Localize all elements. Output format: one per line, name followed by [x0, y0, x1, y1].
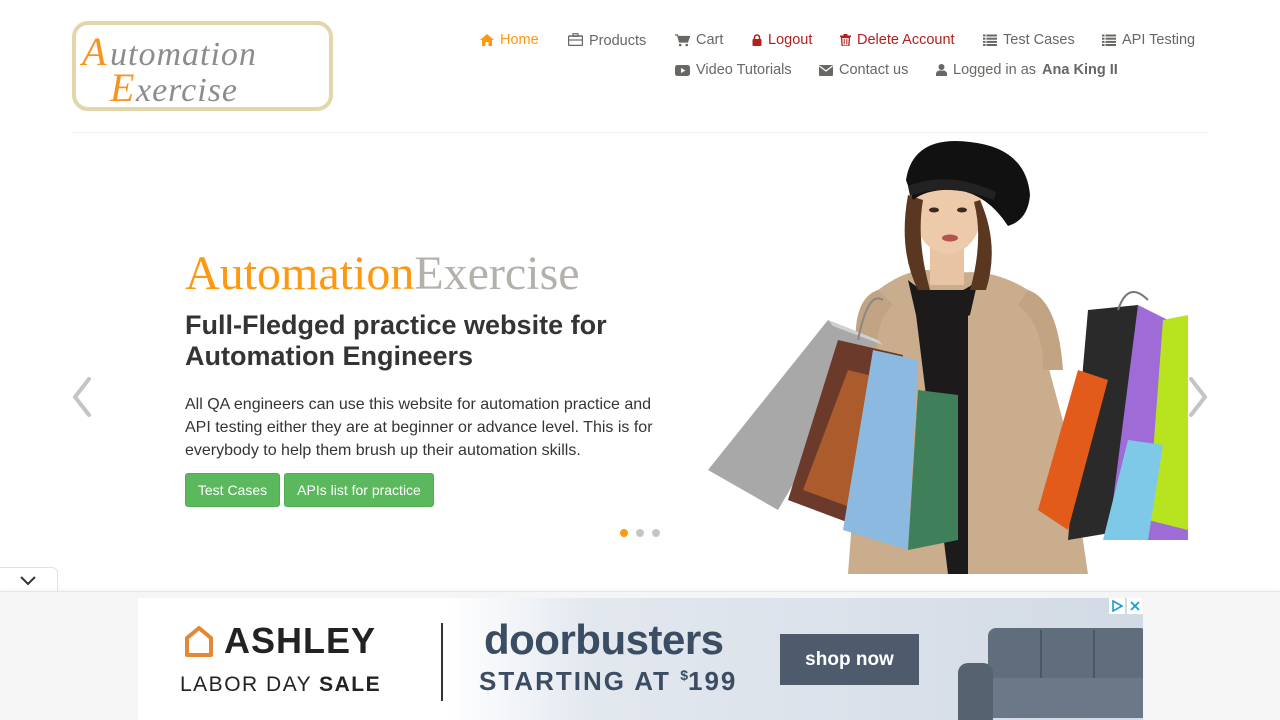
- envelope-icon: [819, 64, 833, 76]
- ad-choices-icon[interactable]: [1109, 598, 1125, 614]
- logo-graphic: A utomation E xercise: [79, 29, 256, 110]
- logged-in-prefix: Logged in as: [953, 62, 1037, 78]
- list-icon: [1102, 34, 1116, 46]
- nav-logout[interactable]: Logout: [752, 32, 812, 48]
- ad-close-icon[interactable]: [1127, 598, 1143, 614]
- ad-starting-at: STARTING AT $199: [479, 666, 737, 697]
- ad-brand: ASHLEY: [184, 620, 376, 662]
- nav-api-testing[interactable]: API Testing: [1102, 32, 1195, 48]
- logged-in-username: Ana King II: [1042, 62, 1118, 78]
- ad-headline: doorbusters: [484, 616, 724, 663]
- nav-home[interactable]: Home: [480, 32, 539, 48]
- nav-logout-label: Logout: [768, 32, 813, 48]
- logged-in-status: Logged in as Ana King II: [936, 62, 1118, 78]
- logo-letter-a: A: [79, 29, 107, 74]
- nav-products[interactable]: Products: [568, 31, 647, 49]
- list-icon: [983, 34, 997, 46]
- nav-cart[interactable]: Cart: [675, 32, 723, 48]
- user-icon: [936, 64, 947, 76]
- carousel-next-arrow-icon[interactable]: [1186, 375, 1210, 419]
- logo-word-xercise: xercise: [135, 72, 238, 107]
- ad-divider: [441, 623, 443, 701]
- cart-icon: [675, 33, 690, 46]
- ad-sale-label: SALE: [319, 673, 382, 696]
- ashley-house-icon: [185, 626, 213, 657]
- test-cases-button[interactable]: Test Cases: [185, 473, 280, 507]
- hero-brand: AutomationExercise: [185, 246, 580, 302]
- nav-contact-us[interactable]: Contact us: [819, 62, 908, 78]
- ashley-ad-banner[interactable]: ASHLEY LABOR DAY SALE doorbusters STARTI…: [138, 598, 1143, 720]
- nav-test-cases-label: Test Cases: [1003, 32, 1075, 48]
- nav-contact-us-label: Contact us: [839, 62, 909, 78]
- ad-price: 199: [687, 666, 738, 696]
- lock-icon: [752, 34, 762, 46]
- site-logo[interactable]: A utomation E xercise: [72, 21, 333, 111]
- home-icon: [480, 34, 494, 46]
- ad-labor-day: LABOR DAY SALE: [180, 673, 381, 697]
- ad-starting-at-label: STARTING AT: [479, 666, 671, 696]
- nav-test-cases[interactable]: Test Cases: [983, 32, 1075, 48]
- products-icon: [568, 32, 583, 46]
- nav-video-tutorials[interactable]: Video Tutorials: [675, 62, 792, 78]
- nav-video-tutorials-label: Video Tutorials: [696, 62, 792, 78]
- ad-controls: [1109, 598, 1143, 614]
- trash-icon: [840, 34, 851, 46]
- ad-labor-day-label: LABOR DAY: [180, 673, 312, 696]
- nav-api-testing-label: API Testing: [1122, 32, 1196, 48]
- youtube-icon: [675, 64, 690, 76]
- carousel-indicators: [619, 528, 661, 538]
- chevron-down-icon: [20, 576, 36, 586]
- nav-cart-label: Cart: [696, 32, 724, 48]
- hero-headline: Full-Fledged practice website for Automa…: [185, 310, 607, 371]
- nav-home-label: Home: [500, 32, 539, 48]
- nav-products-label: Products: [589, 33, 647, 49]
- carousel-prev-arrow-icon[interactable]: [70, 375, 94, 419]
- carousel-indicator-2[interactable]: [635, 528, 645, 538]
- hero-brand-part2: Exercise: [414, 247, 580, 300]
- hero-shopping-girl-image: [708, 141, 1188, 574]
- apis-list-button[interactable]: APIs list for practice: [284, 473, 434, 507]
- ad-shop-now-button[interactable]: shop now: [780, 634, 919, 685]
- logo-letter-e: E: [109, 65, 134, 107]
- hero-brand-part1: Automation: [185, 247, 415, 300]
- carousel-indicator-3[interactable]: [651, 528, 661, 538]
- header-divider: [72, 132, 1208, 133]
- ad-collapse-tab[interactable]: [0, 567, 58, 593]
- ad-brand-label: ASHLEY: [224, 620, 377, 661]
- ad-sofa-image: [958, 628, 1143, 720]
- carousel-indicator-1[interactable]: [619, 528, 629, 538]
- site-header: A utomation E xercise Home Products Cart…: [0, 0, 1280, 133]
- ad-price-symbol: $: [680, 667, 688, 683]
- nav-delete-account[interactable]: Delete Account: [840, 32, 955, 48]
- hero-description: All QA engineers can use this website fo…: [185, 396, 653, 459]
- hero-carousel: AutomationExercise Full-Fledged practice…: [72, 140, 1208, 580]
- nav-delete-account-label: Delete Account: [857, 32, 955, 48]
